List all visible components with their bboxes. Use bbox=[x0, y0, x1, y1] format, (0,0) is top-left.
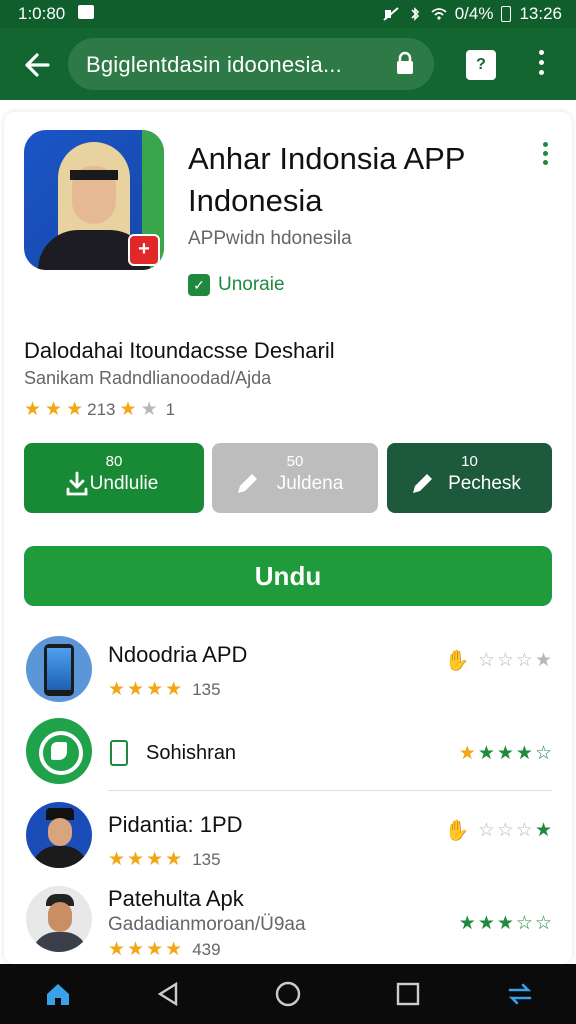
list-item-right-rating: ✋ ☆ ☆ ☆ ★ bbox=[444, 818, 552, 843]
home-app-icon[interactable] bbox=[44, 980, 72, 1008]
list-item[interactable]: Pidantia: 1PD ★ ★ ★ ★ 135 ✋ ☆ ☆ ☆ ★ bbox=[0, 800, 576, 872]
list-item-rating: ★ ★ ★ ★ 135 bbox=[108, 849, 221, 870]
list-item[interactable]: Ndoodria APD ★ ★ ★ ★ 135 ✋ ☆ ☆ ☆ ★ bbox=[0, 634, 576, 706]
phone-thumbnail bbox=[26, 636, 92, 702]
list-item-title: Ndoodria APD bbox=[108, 642, 248, 667]
thumbs-up-icon[interactable]: ✋ bbox=[445, 818, 470, 843]
list-item-rating: ★ ★ ★ ★ 135 bbox=[108, 679, 221, 700]
system-nav-bar bbox=[0, 964, 576, 1024]
status-icons: 0/4% 13:26 bbox=[383, 4, 562, 24]
app-title: Anhar Indonsia APP Indonesia bbox=[188, 141, 465, 218]
list-item-right-rating: ★ ★ ★ ☆ ☆ bbox=[458, 913, 552, 934]
star-icon: ★ bbox=[24, 399, 42, 420]
battery-icon bbox=[501, 6, 512, 22]
thumbs-up-icon[interactable]: ✋ bbox=[445, 648, 470, 673]
install-status-icon: ✓ bbox=[188, 274, 210, 296]
list-item-count: 135 bbox=[192, 849, 221, 869]
browser-menu-icon[interactable] bbox=[535, 50, 547, 80]
plus-badge-icon: + bbox=[128, 234, 160, 266]
section-title: Dalodahai Itoundacsse Desharil bbox=[24, 338, 335, 363]
whatsapp-icon bbox=[26, 718, 92, 784]
edit-count: 50 bbox=[286, 453, 304, 470]
edit-label: Juldena bbox=[276, 473, 344, 494]
bluetooth-icon bbox=[411, 7, 419, 21]
divider bbox=[108, 790, 552, 791]
download-button[interactable]: 80 Undlulie bbox=[24, 443, 204, 513]
download-label: Undlulie bbox=[89, 473, 159, 494]
battery-text: 0/4% bbox=[454, 4, 494, 23]
app-icon: + bbox=[24, 130, 164, 270]
list-item[interactable]: Sohishran ★ ★ ★ ★ ☆ bbox=[0, 718, 576, 790]
tab-switcher-button[interactable]: ? bbox=[466, 50, 496, 80]
check-count: 10 bbox=[461, 453, 478, 470]
section-subtitle: Sanikam Radndlianoodad/Ajda bbox=[24, 368, 272, 388]
wifi-icon bbox=[431, 8, 447, 20]
mail-icon bbox=[78, 5, 94, 19]
avatar bbox=[26, 802, 92, 868]
avatar bbox=[26, 886, 92, 952]
list-item-right-rating: ★ ★ ★ ★ ☆ bbox=[458, 743, 552, 764]
star-empty-icon: ★ bbox=[140, 399, 158, 420]
check-button[interactable]: 10 Pechesk bbox=[387, 443, 552, 513]
status-bar: 1:0:80 0/4% 13:26 bbox=[0, 0, 576, 28]
browser-toolbar: Bgiglentdasin idoonesia... ? bbox=[0, 28, 576, 100]
edit-button[interactable]: 50 Juldena bbox=[212, 443, 378, 513]
recents-square-icon[interactable] bbox=[394, 980, 422, 1008]
install-status[interactable]: ✓ Unoraie bbox=[188, 272, 285, 298]
app-subtitle: APPwidn hdonesila bbox=[188, 228, 352, 249]
section-rating: ★ ★ ★ 213 ★ ★ 1 bbox=[24, 398, 175, 421]
list-item-subtitle: Gadadianmoroan/Ü9aa bbox=[108, 914, 306, 935]
list-item-count: 439 bbox=[192, 939, 221, 959]
list-item-count: 135 bbox=[192, 679, 221, 699]
list-item-rating: ★ ★ ★ ★ 439 bbox=[108, 939, 221, 960]
phone-small-icon bbox=[110, 740, 128, 766]
mute-icon bbox=[383, 7, 399, 21]
url-bar[interactable]: Bgiglentdasin idoonesia... bbox=[68, 38, 434, 90]
home-circle-icon[interactable] bbox=[274, 980, 302, 1008]
clock-text: 13:26 bbox=[519, 4, 562, 23]
status-time: 1:0:80 bbox=[18, 4, 66, 23]
install-status-label: Unoraie bbox=[218, 274, 285, 295]
back-arrow-icon[interactable] bbox=[22, 50, 52, 80]
switch-icon[interactable] bbox=[506, 980, 534, 1008]
list-item-title: Pidantia: 1PD bbox=[108, 812, 243, 837]
lock-icon bbox=[397, 51, 413, 74]
primary-download-button[interactable]: Undu bbox=[24, 546, 552, 606]
list-item-title: Sohishran bbox=[146, 742, 237, 764]
rating-text: 213 bbox=[87, 399, 116, 419]
rating-extra: 1 bbox=[165, 399, 176, 419]
back-triangle-icon[interactable] bbox=[154, 980, 182, 1008]
list-item[interactable]: Patehulta Apk Gadadianmoroan/Ü9aa ★ ★ ★ ★ 4… bbox=[0, 884, 576, 964]
star-icon: ★ bbox=[45, 399, 63, 420]
check-label: Pechesk bbox=[448, 473, 521, 494]
url-text: Bgiglentdasin idoonesia... bbox=[86, 52, 342, 77]
star-icon: ★ bbox=[119, 399, 137, 420]
star-icon: ★ bbox=[66, 399, 84, 420]
list-item-right-rating: ✋ ☆ ☆ ☆ ★ bbox=[444, 648, 552, 673]
app-overflow-menu-icon[interactable] bbox=[540, 142, 550, 170]
download-count: 80 bbox=[105, 453, 123, 470]
list-item-title: Patehulta Apk bbox=[108, 886, 244, 911]
